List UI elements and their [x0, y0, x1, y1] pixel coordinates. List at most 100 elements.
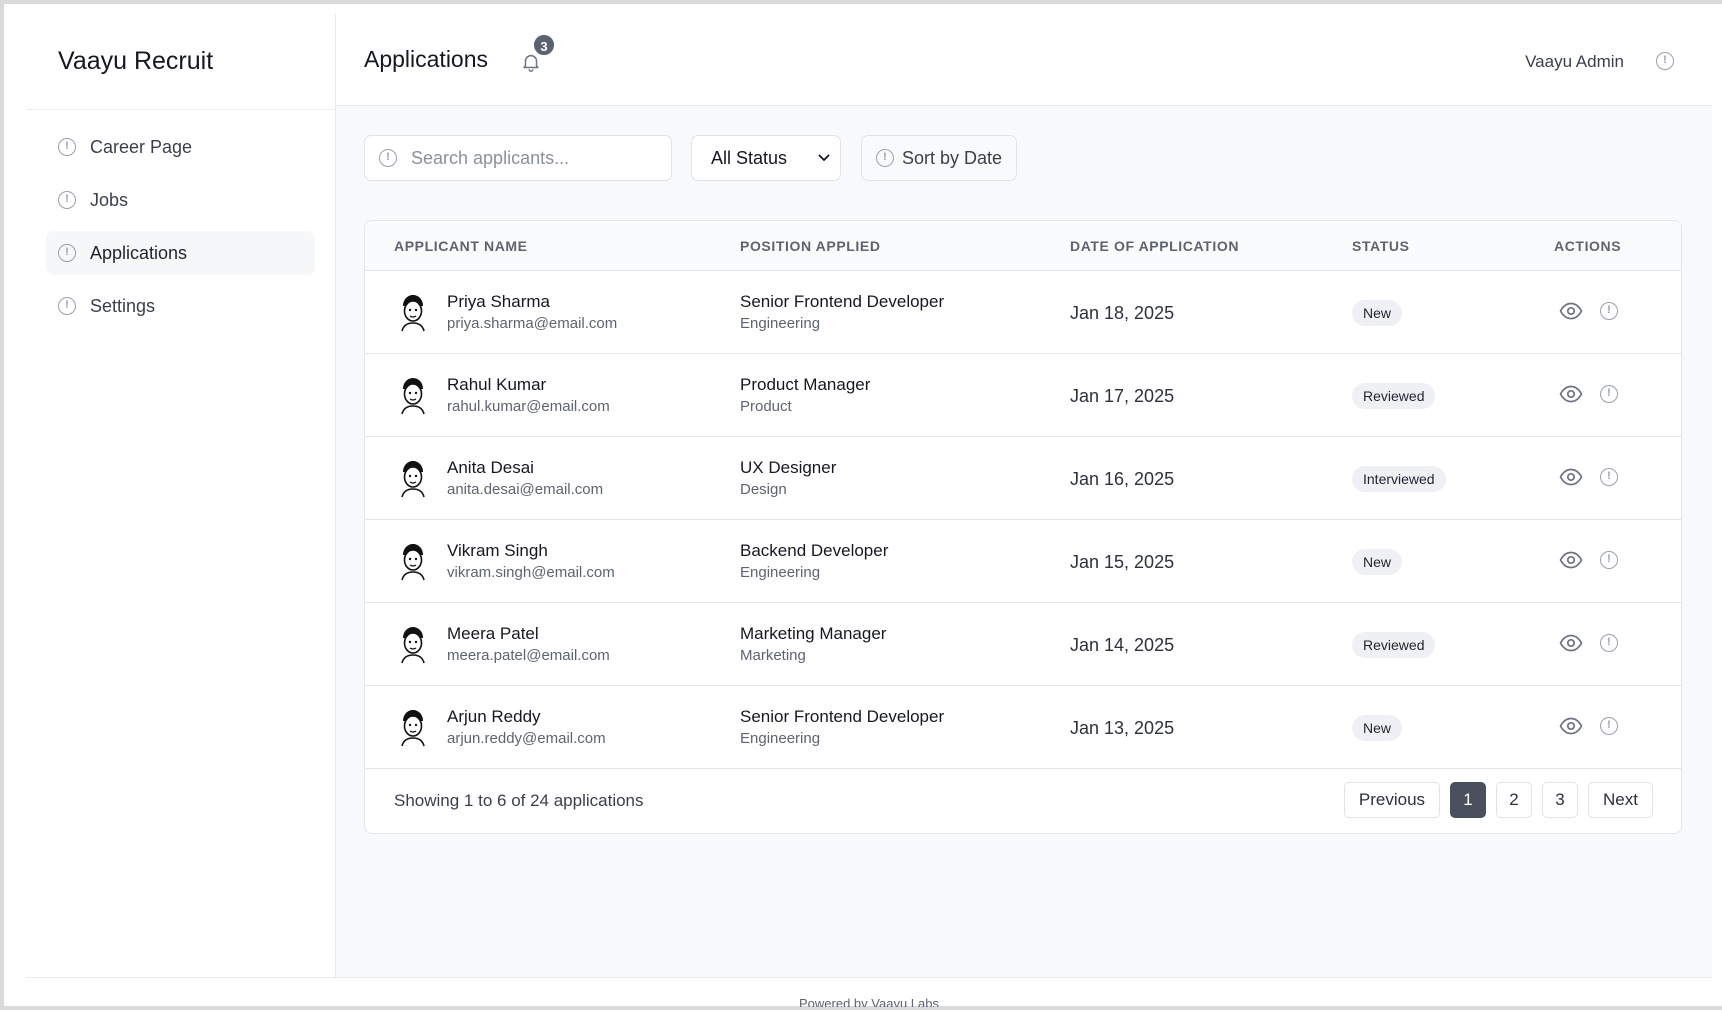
status-badge: New [1352, 549, 1403, 575]
status-badge: New [1352, 715, 1403, 741]
column-header[interactable]: POSITION APPLIED [740, 238, 881, 254]
sidebar-item-label: Settings [90, 295, 156, 316]
view-eye-icon[interactable] [1559, 634, 1583, 652]
view-eye-icon[interactable] [1559, 302, 1583, 320]
info-circle-icon: ! [58, 191, 76, 209]
avatar [394, 541, 432, 581]
applicant-name: Vikram Singh [447, 541, 548, 560]
sidebar: Vaayu Recruit ! Career Page ! Jobs ! App… [26, 14, 336, 977]
page-button-3[interactable]: 3 [1542, 782, 1579, 818]
view-eye-icon[interactable] [1559, 551, 1583, 569]
top-header: Applications 3 Vaayu Admin ! [336, 14, 1712, 106]
table-body: Priya Sharma priya.sharma@email.com Senior… [365, 271, 1681, 769]
more-actions-icon[interactable]: ! [1600, 385, 1618, 403]
sort-label: Sort by Date [902, 147, 1003, 168]
more-actions-icon[interactable]: ! [1600, 634, 1618, 652]
status-badge: Interviewed [1352, 466, 1446, 492]
application-date: Jan 18, 2025 [1070, 303, 1175, 323]
column-header: ACTIONS [1554, 238, 1622, 254]
sidebar-item-jobs[interactable]: ! Jobs [46, 178, 315, 222]
more-actions-icon[interactable]: ! [1600, 468, 1618, 486]
sidebar-item-applications[interactable]: ! Applications [46, 231, 315, 275]
applicant-email: rahul.kumar@email.com [447, 398, 610, 415]
info-circle-icon: ! [58, 138, 76, 156]
position-department: Product [740, 398, 792, 415]
position-title: Senior Frontend Developer [740, 707, 945, 726]
application-date: Jan 17, 2025 [1070, 386, 1175, 406]
applicant-name: Anita Desai [447, 458, 534, 477]
table-footer: Showing 1 to 6 of 24 applications Previo… [365, 769, 1681, 833]
user-menu-icon[interactable]: ! [1656, 52, 1674, 70]
user-name[interactable]: Vaayu Admin [1525, 52, 1624, 72]
applicant-name: Rahul Kumar [447, 375, 547, 394]
position-title: UX Designer [740, 458, 837, 477]
application-date: Jan 14, 2025 [1070, 635, 1175, 655]
notification-badge: 3 [532, 33, 556, 57]
search-icon: ! [379, 149, 397, 167]
application-date: Jan 16, 2025 [1070, 469, 1175, 489]
status-filter-value: All Status [711, 147, 788, 168]
app-window: Vaayu Recruit ! Career Page ! Jobs ! App… [0, 0, 1722, 1010]
sidebar-item-label: Career Page [90, 136, 193, 157]
sort-icon: ! [876, 149, 894, 167]
table-row[interactable]: Anita Desai anita.desai@email.com UX Desig… [365, 437, 1681, 520]
avatar [394, 292, 432, 332]
status-badge: Reviewed [1352, 632, 1436, 658]
previous-page-button[interactable]: Previous [1343, 782, 1441, 818]
view-eye-icon[interactable] [1559, 468, 1583, 486]
table-row[interactable]: Vikram Singh vikram.singh@email.com Backen… [365, 520, 1681, 603]
page-title: Applications [364, 46, 489, 72]
view-eye-icon[interactable] [1559, 385, 1583, 403]
view-eye-icon[interactable] [1559, 717, 1583, 735]
applicant-name: Priya Sharma [447, 292, 550, 311]
applicant-email: arjun.reddy@email.com [447, 730, 606, 747]
next-page-button[interactable]: Next [1588, 782, 1653, 818]
status-badge: New [1352, 300, 1403, 326]
more-actions-icon[interactable]: ! [1600, 717, 1618, 735]
pagination-summary: Showing 1 to 6 of 24 applications [394, 791, 644, 810]
applicant-email: priya.sharma@email.com [447, 315, 618, 332]
more-actions-icon[interactable]: ! [1600, 302, 1618, 320]
table-row[interactable]: Arjun Reddy arjun.reddy@email.com Senior F… [365, 686, 1681, 769]
column-header[interactable]: DATE OF APPLICATION [1070, 238, 1239, 254]
column-header[interactable]: APPLICANT NAME [394, 238, 528, 254]
table-row[interactable]: Priya Sharma priya.sharma@email.com Senior… [365, 271, 1681, 354]
info-circle-icon: ! [58, 297, 76, 315]
applicant-email: vikram.singh@email.com [447, 564, 615, 581]
application-date: Jan 13, 2025 [1070, 718, 1175, 738]
more-actions-icon[interactable]: ! [1600, 551, 1618, 569]
position-title: Senior Frontend Developer [740, 292, 945, 311]
position-department: Engineering [740, 730, 821, 747]
status-badge: Reviewed [1352, 383, 1436, 409]
sidebar-item-career-page[interactable]: ! Career Page [46, 125, 315, 169]
footer-divider [26, 977, 1712, 978]
table-row[interactable]: Meera Patel meera.patel@email.com Marketin… [365, 603, 1681, 686]
page-button-1[interactable]: 1 [1450, 782, 1487, 818]
position-department: Engineering [740, 564, 821, 581]
applicant-name: Meera Patel [447, 624, 539, 643]
brand-title: Vaayu Recruit [26, 14, 335, 110]
sidebar-item-label: Jobs [90, 189, 129, 210]
search-input[interactable] [411, 147, 651, 169]
avatar [394, 707, 432, 747]
status-filter-select[interactable]: All Status [691, 135, 841, 181]
table-row[interactable]: Rahul Kumar rahul.kumar@email.com Product … [365, 354, 1681, 437]
footer-powered-by: Powered by Vaayu Labs [799, 996, 939, 1007]
sort-by-date-button[interactable]: ! Sort by Date [861, 135, 1018, 181]
sidebar-item-settings[interactable]: ! Settings [46, 284, 315, 328]
application-date: Jan 15, 2025 [1070, 552, 1175, 572]
info-circle-icon: ! [58, 244, 76, 262]
column-header[interactable]: STATUS [1352, 238, 1410, 254]
toolbar: ! All Status ! Sort by Date [364, 135, 1018, 181]
chevron-down-icon [818, 154, 830, 162]
search-box: ! [364, 135, 672, 181]
position-title: Backend Developer [740, 541, 889, 560]
applications-table: APPLICANT NAME POSITION APPLIED DATE OF … [364, 220, 1682, 834]
app-shell: Vaayu Recruit ! Career Page ! Jobs ! App… [26, 14, 1712, 1012]
position-title: Marketing Manager [740, 624, 887, 643]
main-content: ! All Status ! Sort by Date APPLICANT NA… [336, 106, 1712, 977]
avatar [394, 458, 432, 498]
table-header: APPLICANT NAME POSITION APPLIED DATE OF … [365, 221, 1681, 271]
page-button-2[interactable]: 2 [1496, 782, 1533, 818]
applicant-name: Arjun Reddy [447, 707, 541, 726]
